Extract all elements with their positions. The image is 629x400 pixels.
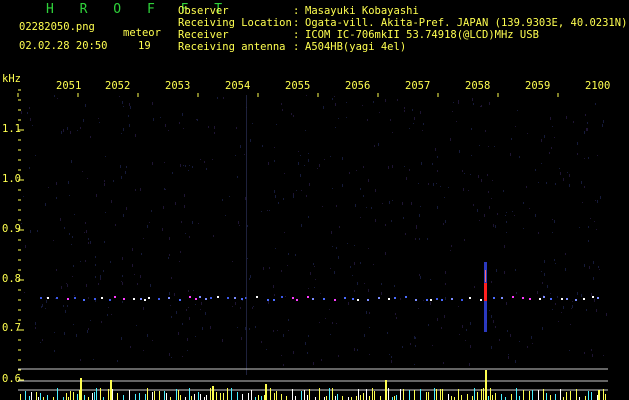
meteor-echo-row [40,296,599,301]
spectrogram-plot [17,89,608,400]
spectrogram-noise [21,95,607,366]
meteor-trail [484,262,487,332]
axis-ticks [17,89,559,391]
signal-peaks [20,370,606,400]
signal-level-lines [18,368,608,391]
spectrum-column [246,95,247,375]
